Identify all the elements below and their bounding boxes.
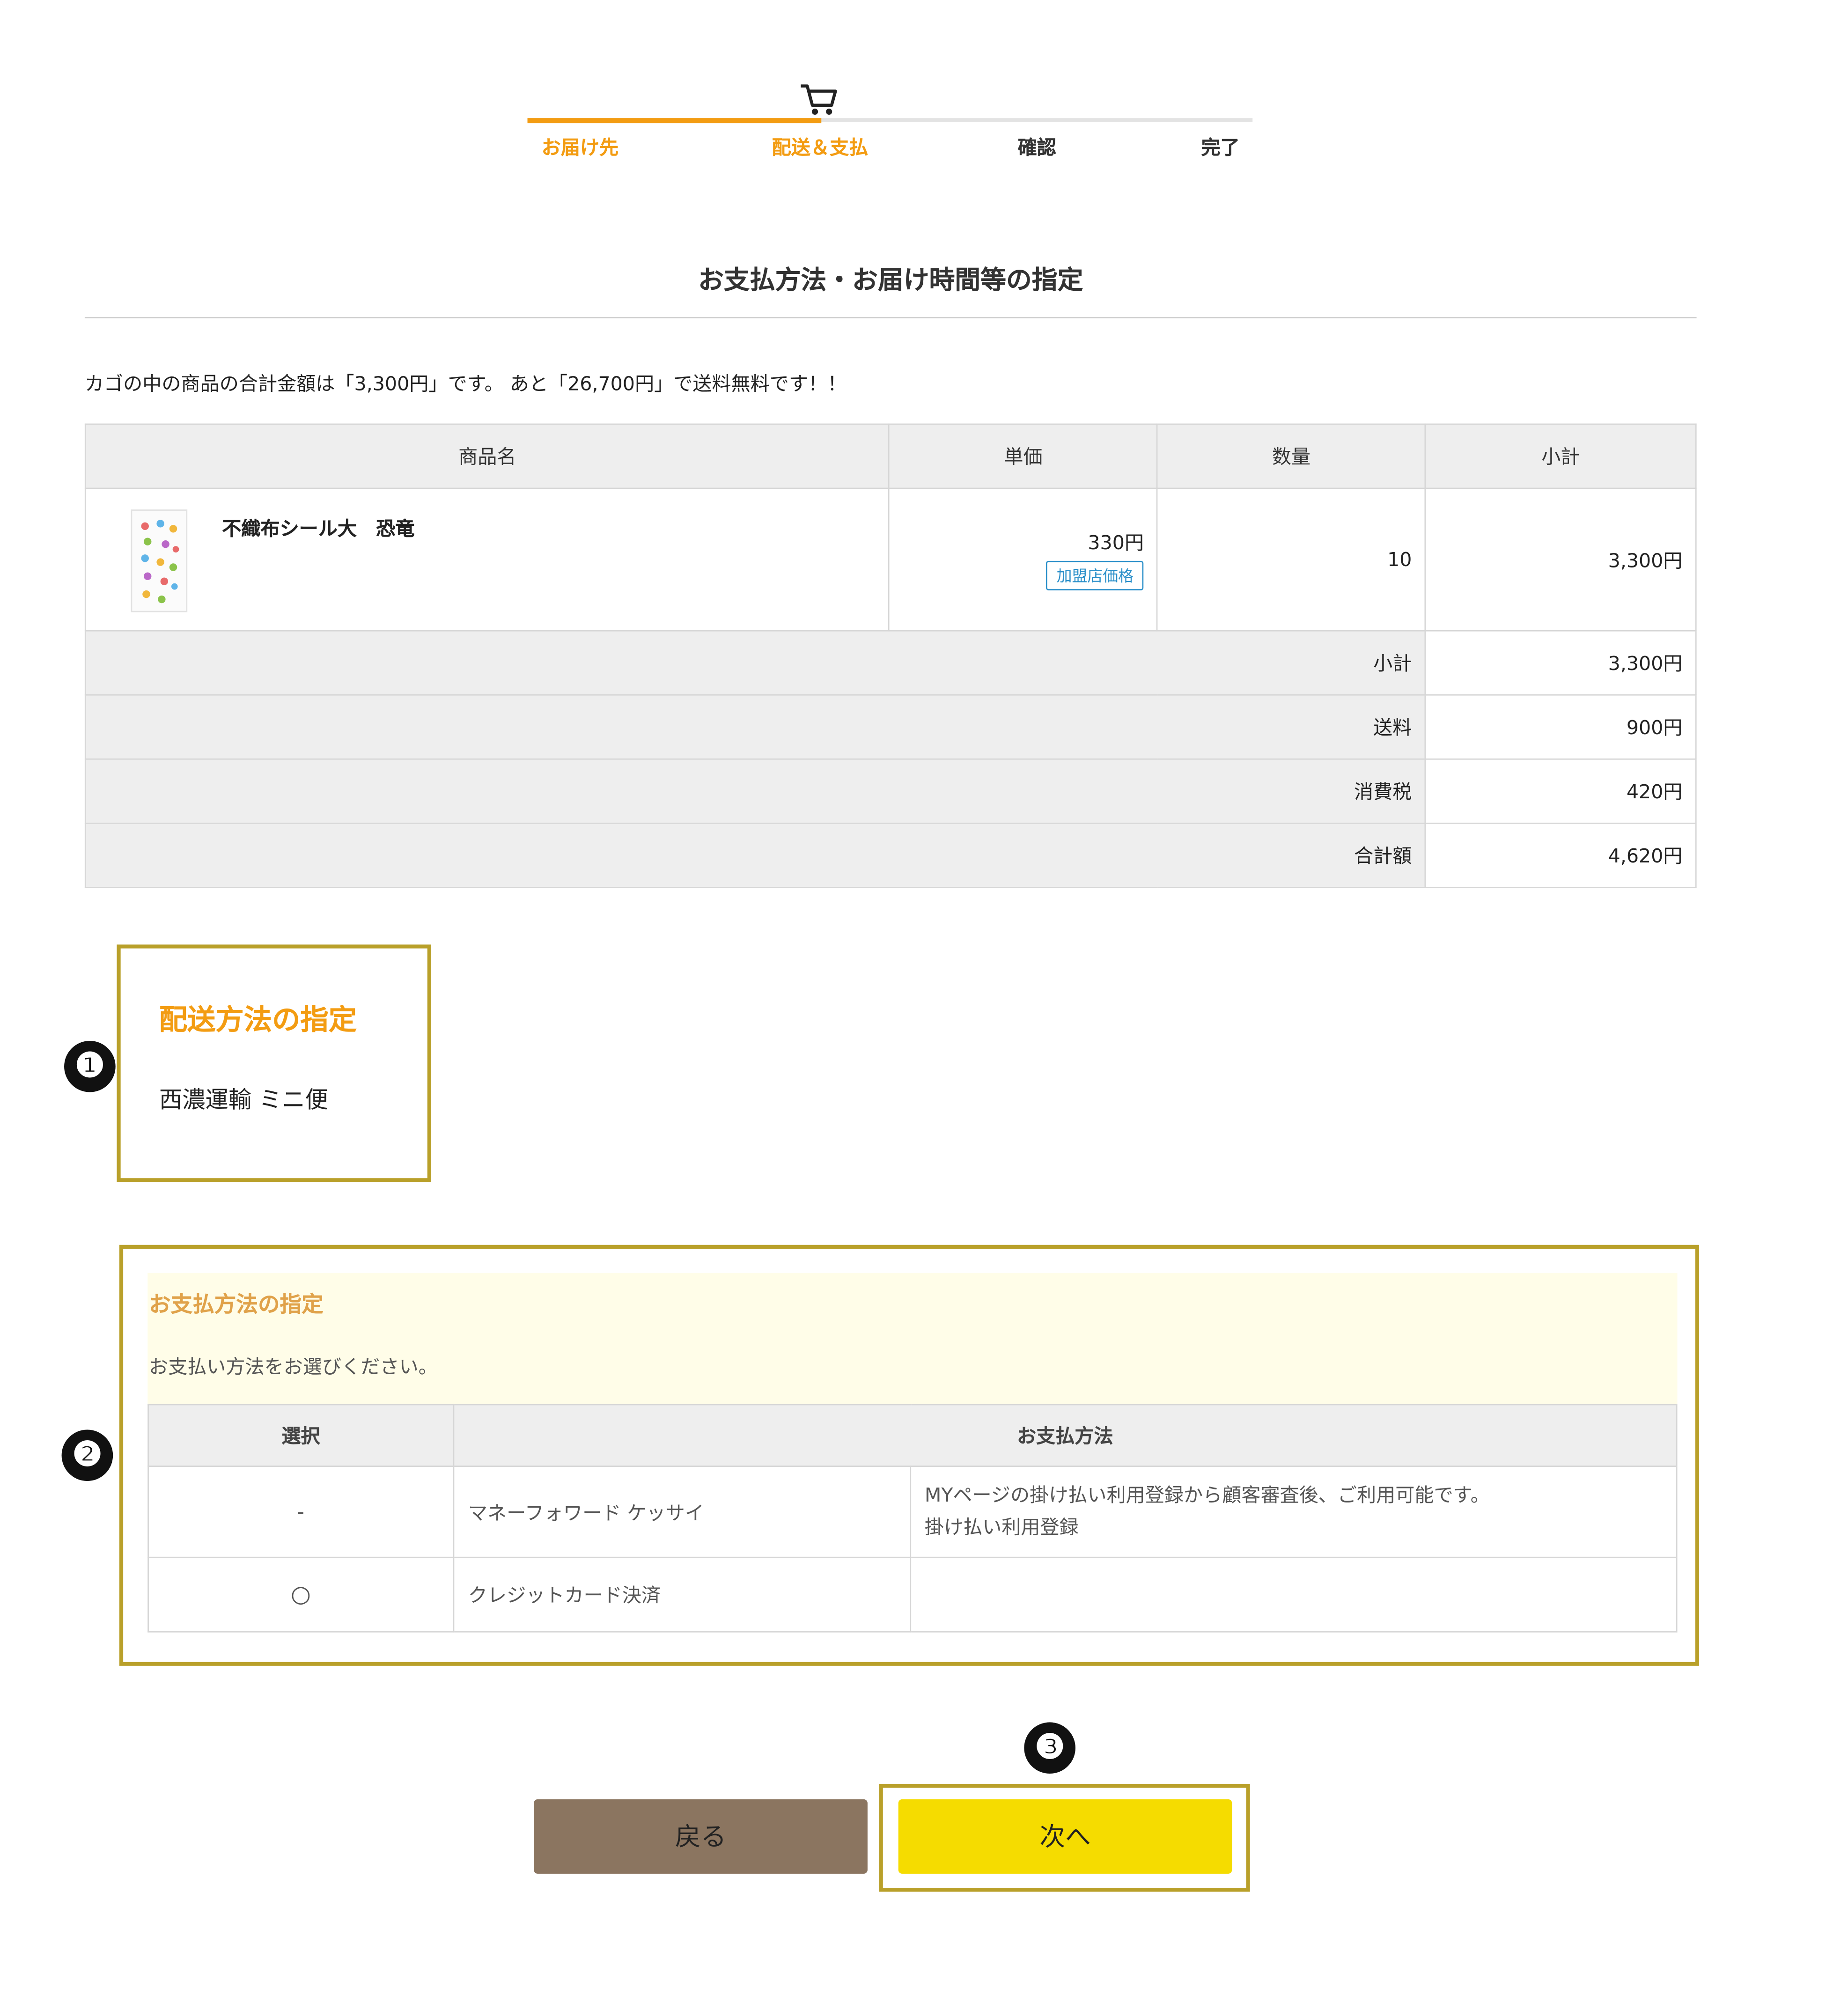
- credit-registration-link[interactable]: 掛け払い利用登録: [925, 1512, 1675, 1544]
- cart-icon: [798, 82, 839, 118]
- unit-price-cell: 330円 加盟店価格: [888, 487, 1158, 632]
- summary-label: 消費税: [84, 758, 1426, 824]
- step-shipping-payment: 配送＆支払: [772, 136, 869, 159]
- back-button[interactable]: 戻る: [534, 1799, 868, 1874]
- summary-label: 送料: [84, 694, 1426, 760]
- col-header-select: 選択: [147, 1404, 454, 1467]
- step-complete: 完了: [1201, 136, 1240, 159]
- payment-method-title: お支払方法の指定: [148, 1292, 324, 1318]
- summary-value: 900円: [1424, 694, 1697, 760]
- payment-note-text: MYページの掛け払い利用登録から顧客審査後、ご利用可能です。: [924, 1483, 1490, 1507]
- payment-method-header: お支払方法の指定 お支払い方法をお選びください。: [147, 1273, 1678, 1404]
- table-row: ○ クレジットカード決済: [147, 1556, 1678, 1633]
- next-button[interactable]: 次へ: [898, 1799, 1232, 1874]
- summary-row-shipping: 送料 900円: [84, 694, 1697, 760]
- product-cell: 不織布シール大 恐竜: [84, 487, 890, 632]
- col-header-unit-price: 単価: [888, 423, 1158, 489]
- col-header-payment-method: お支払方法: [453, 1404, 1678, 1467]
- summary-value: 420円: [1424, 758, 1697, 824]
- summary-row-tax: 消費税 420円: [84, 758, 1697, 824]
- subtotal-cell: 3,300円: [1424, 487, 1697, 632]
- delivery-method-title: 配送方法の指定: [159, 1005, 357, 1037]
- step-delivery-address: お届け先: [541, 136, 619, 159]
- cart-table: 商品名 単価 数量 小計 不織布シール大 恐竜 330円 加盟店価格 10 3,…: [84, 423, 1697, 888]
- product-thumbnail[interactable]: [131, 509, 188, 612]
- delivery-method-value: 西濃運輸 ミニ便: [159, 1087, 328, 1114]
- payment-table-header: 選択 お支払方法: [147, 1404, 1678, 1467]
- col-header-quantity: 数量: [1156, 423, 1426, 489]
- payment-method-name: クレジットカード決済: [453, 1556, 912, 1633]
- payment-method-note: [910, 1556, 1678, 1633]
- payment-method-name: マネーフォワード ケッサイ: [453, 1466, 912, 1558]
- payment-select-unavailable: -: [147, 1466, 454, 1558]
- summary-row-total: 合計額 4,620円: [84, 822, 1697, 888]
- payment-method-note: MYページの掛け払い利用登録から顧客審査後、ご利用可能です。 掛け払い利用登録: [910, 1466, 1678, 1558]
- page-title: お支払方法・お届け時間等の指定: [698, 264, 1083, 295]
- cart-table-header: 商品名 単価 数量 小計: [84, 423, 1697, 489]
- summary-row-subtotal: 小計 3,300円: [84, 630, 1697, 696]
- marker-2: ❷: [61, 1429, 113, 1481]
- progress-fill: [527, 118, 822, 124]
- summary-label: 小計: [84, 630, 1426, 696]
- table-row: 不織布シール大 恐竜 330円 加盟店価格 10 3,300円: [84, 487, 1697, 632]
- step-confirm: 確認: [1017, 136, 1056, 159]
- col-header-subtotal: 小計: [1424, 423, 1697, 489]
- title-divider: [84, 317, 1697, 318]
- delivery-method-highlight: 配送方法の指定 西濃運輸 ミニ便: [117, 944, 431, 1182]
- quantity-cell: 10: [1156, 487, 1426, 632]
- unit-price: 330円: [1088, 531, 1144, 555]
- marker-3: ❸: [1024, 1722, 1075, 1774]
- cart-total-note: カゴの中の商品の合計金額は「3,300円」です。 あと「26,700円」で送料無…: [84, 372, 847, 396]
- payment-instruction: お支払い方法をお選びください。: [148, 1355, 438, 1378]
- summary-value: 4,620円: [1424, 822, 1697, 888]
- payment-radio-credit-card[interactable]: ○: [147, 1556, 454, 1633]
- product-name[interactable]: 不織布シール大 恐竜: [222, 515, 414, 542]
- table-row: - マネーフォワード ケッサイ MYページの掛け払い利用登録から顧客審査後、ご利…: [147, 1466, 1678, 1558]
- member-price-badge: 加盟店価格: [1046, 560, 1144, 590]
- marker-1: ❶: [64, 1040, 116, 1092]
- col-header-product: 商品名: [84, 423, 890, 489]
- summary-value: 3,300円: [1424, 630, 1697, 696]
- payment-table: 選択 お支払方法 - マネーフォワード ケッサイ MYページの掛け払い利用登録か…: [147, 1404, 1678, 1633]
- summary-label: 合計額: [84, 822, 1426, 888]
